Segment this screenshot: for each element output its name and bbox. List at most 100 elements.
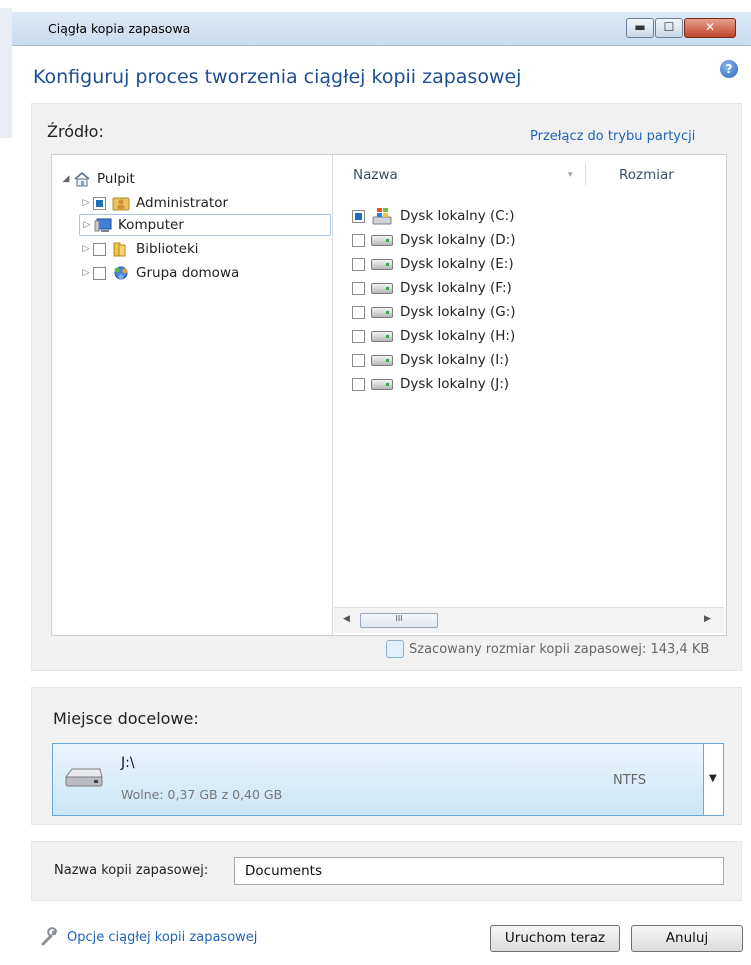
drive-row-d[interactable]: Dysk lokalny (D:) — [352, 230, 515, 250]
user-folder-icon — [112, 195, 130, 211]
administrator-checkbox[interactable] — [93, 196, 106, 210]
computer-icon — [94, 217, 112, 233]
backup-name-panel: Nazwa kopii zapasowej: Documents — [31, 841, 742, 901]
estimated-size-text: Szacowany rozmiar kopii zapasowej: 143,4… — [409, 641, 710, 657]
source-label: Źródło: — [47, 122, 104, 141]
window-left-edge — [0, 8, 12, 138]
source-selector: ◢ Pulpit ▷ Administrator ▷ Komputer ▷ Bi… — [51, 154, 727, 636]
backup-name-input[interactable]: Documents — [234, 857, 724, 885]
drive-row-j[interactable]: Dysk lokalny (J:) — [352, 374, 509, 394]
window-title: Ciągła kopia zapasowa — [48, 21, 191, 36]
folder-icon — [112, 241, 130, 257]
grip-icon: III — [395, 614, 403, 623]
drive-c-checkbox[interactable] — [352, 209, 365, 223]
drive-i-checkbox[interactable] — [352, 353, 365, 367]
backup-options-link[interactable]: Opcje ciągłej kopii zapasowej — [67, 930, 257, 945]
tree-item-label: Administrator — [136, 195, 229, 211]
tree-item-biblioteki[interactable]: ▷ Biblioteki — [79, 238, 199, 260]
tree-item-label: Pulpit — [97, 171, 135, 187]
tree-item-grupa-domowa[interactable]: ▷ Grupa domowa — [79, 262, 240, 284]
footer: Opcje ciągłej kopii zapasowej Uruchom te… — [31, 912, 751, 962]
destination-selector[interactable]: J:\ Wolne: 0,37 GB z 0,40 GB NTFS ▼ — [52, 743, 724, 816]
hard-drive-icon — [371, 354, 393, 366]
page-title: Konfiguruj proces tworzenia ciągłej kopi… — [33, 66, 522, 88]
drive-label: Dysk lokalny (G:) — [400, 304, 516, 320]
destination-label: Miejsce docelowe: — [53, 709, 199, 728]
drive-label: Dysk lokalny (I:) — [400, 352, 510, 368]
tree-item-label: Biblioteki — [136, 241, 199, 257]
drive-row-g[interactable]: Dysk lokalny (G:) — [352, 302, 516, 322]
home-icon — [73, 171, 91, 187]
expand-arrow-icon[interactable]: ▷ — [79, 244, 93, 254]
maximize-button[interactable]: ☐ — [655, 18, 683, 38]
hard-drive-icon — [371, 234, 393, 246]
grupa-domowa-checkbox[interactable] — [93, 266, 106, 280]
tree-item-administrator[interactable]: ▷ Administrator — [79, 192, 229, 214]
drive-d-checkbox[interactable] — [352, 233, 365, 247]
biblioteki-checkbox[interactable] — [93, 242, 106, 256]
cancel-button[interactable]: Anuluj — [631, 925, 743, 952]
column-header-name[interactable]: Nazwa — [353, 167, 398, 183]
destination-free-space: Wolne: 0,37 GB z 0,40 GB — [121, 787, 283, 802]
folder-tree[interactable]: ◢ Pulpit ▷ Administrator ▷ Komputer ▷ Bi… — [52, 155, 333, 635]
hard-drive-icon — [371, 330, 393, 342]
wrench-icon — [41, 927, 58, 946]
destination-panel: Miejsce docelowe: J:\ Wolne: 0,37 GB z 0… — [31, 687, 742, 825]
destination-filesystem: NTFS — [613, 773, 647, 788]
drive-j-checkbox[interactable] — [352, 377, 365, 391]
help-icon[interactable]: ? — [720, 60, 738, 78]
tree-item-label: Komputer — [118, 217, 184, 233]
tree-item-komputer[interactable]: ▷ Komputer — [79, 214, 331, 236]
backup-name-label: Nazwa kopii zapasowej: — [54, 863, 209, 878]
hard-drive-icon — [371, 378, 393, 390]
expand-arrow-icon[interactable]: ▷ — [79, 268, 93, 278]
hard-drive-icon — [65, 768, 103, 787]
destination-dropdown-button[interactable]: ▼ — [703, 744, 723, 815]
drive-row-e[interactable]: Dysk lokalny (E:) — [352, 254, 514, 274]
estimate-indicator-icon — [386, 640, 404, 658]
dropdown-arrow-icon: ▼ — [709, 773, 717, 784]
expand-arrow-icon[interactable]: ▷ — [80, 220, 94, 230]
horizontal-scrollbar[interactable]: ◀ III ▶ — [334, 607, 724, 633]
homegroup-icon — [112, 265, 130, 281]
close-button[interactable]: ✕ — [684, 18, 736, 38]
sort-dropdown-icon[interactable]: ▾ — [568, 170, 573, 180]
drive-label: Dysk lokalny (J:) — [400, 376, 510, 392]
minimize-button[interactable]: ▬ — [626, 18, 654, 38]
drive-row-h[interactable]: Dysk lokalny (H:) — [352, 326, 515, 346]
maximize-icon: ☐ — [663, 20, 675, 34]
source-panel: Źródło: Przełącz do trybu partycji ◢ Pul… — [31, 103, 742, 671]
drive-row-i[interactable]: Dysk lokalny (I:) — [352, 350, 509, 370]
hard-drive-icon — [371, 258, 393, 270]
drive-e-checkbox[interactable] — [352, 257, 365, 271]
drive-label: Dysk lokalny (E:) — [400, 256, 514, 272]
drive-g-checkbox[interactable] — [352, 305, 365, 319]
column-header-size[interactable]: Rozmiar — [619, 167, 674, 183]
scroll-left-icon[interactable]: ◀ — [343, 614, 350, 624]
drive-label: Dysk lokalny (C:) — [400, 208, 515, 224]
drive-row-c[interactable]: Dysk lokalny (C:) — [352, 206, 515, 226]
drive-label: Dysk lokalny (D:) — [400, 232, 516, 248]
drive-label: Dysk lokalny (H:) — [400, 328, 516, 344]
column-divider[interactable] — [585, 163, 586, 185]
hard-drive-icon — [371, 306, 393, 318]
run-now-button[interactable]: Uruchom teraz — [490, 925, 620, 952]
hard-drive-icon — [371, 282, 393, 294]
drive-list: Nazwa ▾ Rozmiar Dysk lokalny (C:) Dysk l… — [334, 155, 726, 635]
drive-row-f[interactable]: Dysk lokalny (F:) — [352, 278, 512, 298]
switch-partition-mode-link[interactable]: Przełącz do trybu partycji — [530, 129, 695, 144]
tree-item-label: Grupa domowa — [136, 265, 240, 281]
drive-h-checkbox[interactable] — [352, 329, 365, 343]
estimated-size: Szacowany rozmiar kopii zapasowej: 143,4… — [386, 640, 709, 658]
collapse-arrow-icon[interactable]: ◢ — [59, 174, 73, 184]
minimize-icon: ▬ — [634, 20, 646, 34]
expand-arrow-icon[interactable]: ▷ — [79, 198, 93, 208]
scroll-right-icon[interactable]: ▶ — [704, 614, 711, 624]
tree-item-pulpit[interactable]: ◢ Pulpit — [59, 168, 135, 190]
scroll-thumb[interactable]: III — [360, 613, 438, 628]
drive-f-checkbox[interactable] — [352, 281, 365, 295]
drive-label: Dysk lokalny (F:) — [400, 280, 512, 296]
system-drive-icon — [371, 207, 393, 225]
title-bar[interactable]: Ciągła kopia zapasowa ▬ ☐ ✕ — [12, 12, 751, 46]
destination-path: J:\ — [121, 755, 135, 771]
